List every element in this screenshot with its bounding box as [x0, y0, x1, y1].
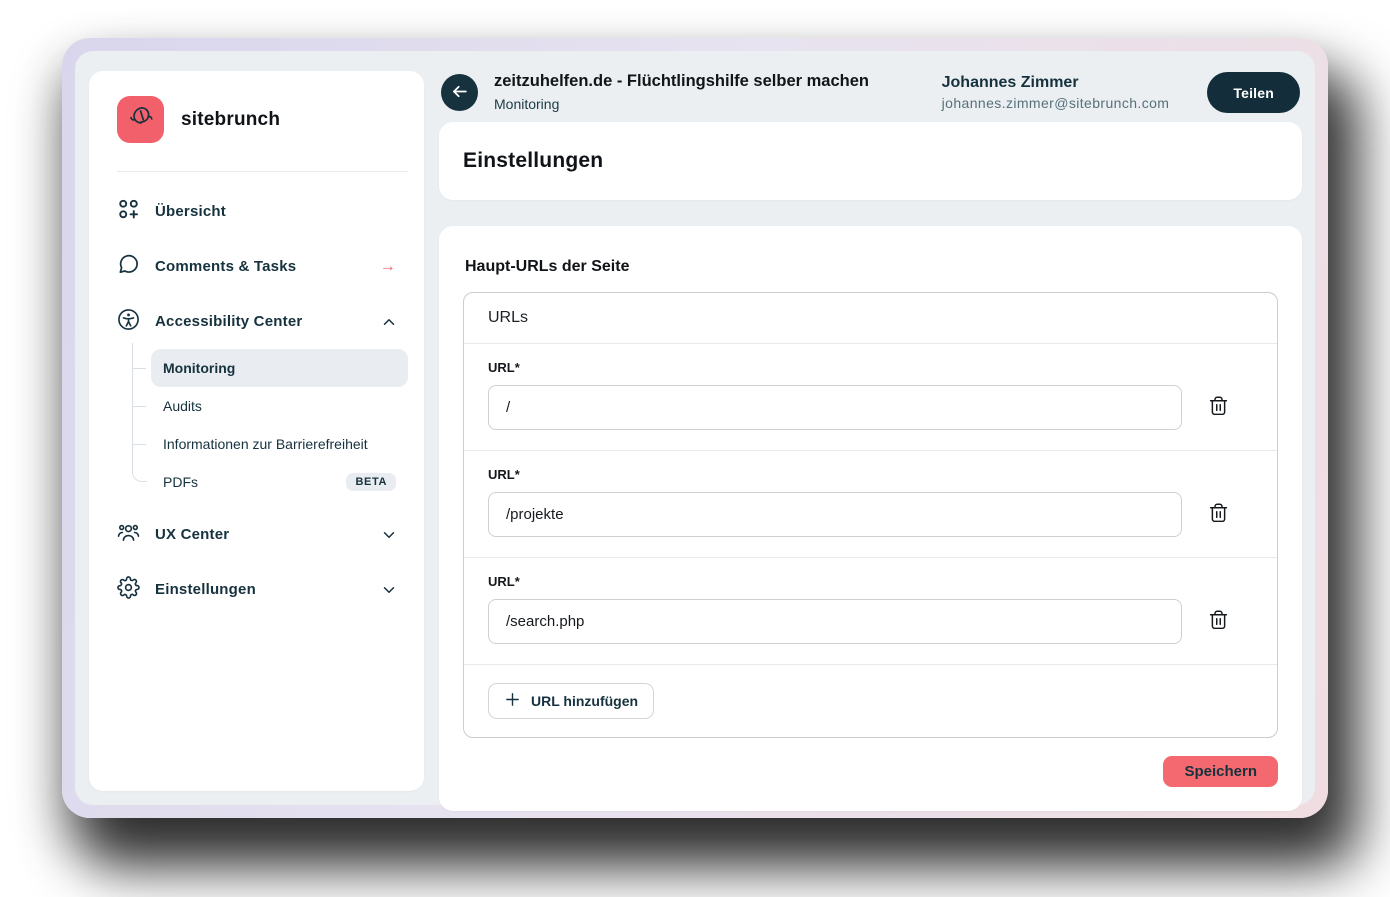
gear-icon: [117, 576, 140, 603]
add-url-label: URL hinzufügen: [531, 693, 638, 709]
sidebar-item-ux-center[interactable]: UX Center: [117, 507, 408, 562]
url-row: URL*: [464, 451, 1277, 558]
sidebar-item-label: UX Center: [155, 526, 229, 543]
croissant-icon: [126, 102, 156, 137]
url-field-label: URL*: [488, 467, 1253, 482]
sidebar-subitem-label: PDFs: [163, 474, 198, 490]
dashboard-icon: [117, 198, 140, 225]
accessibility-icon: [117, 308, 140, 335]
url-input-3[interactable]: [488, 599, 1182, 644]
chevron-up-icon: [380, 313, 398, 331]
trash-icon: [1208, 609, 1229, 634]
sidebar-subitem-label: Monitoring: [163, 360, 235, 376]
pink-arrow-icon: →: [380, 258, 398, 276]
sidebar-item-einstellungen[interactable]: Einstellungen: [117, 562, 408, 617]
brand-logo: [117, 96, 164, 143]
urls-box-title: URLs: [464, 293, 1277, 344]
sidebar-item-label: Comments & Tasks: [155, 258, 296, 275]
group-icon: [117, 521, 140, 548]
chevron-down-icon: [380, 581, 398, 599]
actions-row: Speichern: [463, 756, 1278, 787]
trash-icon: [1208, 502, 1229, 527]
save-button[interactable]: Speichern: [1163, 756, 1278, 787]
sidebar-item-label: Accessibility Center: [155, 313, 302, 330]
share-button[interactable]: Teilen: [1207, 72, 1300, 113]
plus-icon: [504, 691, 521, 711]
url-row: URL*: [464, 344, 1277, 451]
chevron-down-icon: [380, 526, 398, 544]
user-name: Johannes Zimmer: [942, 74, 1170, 92]
brand-name: sitebrunch: [181, 109, 280, 131]
main-area: zeitzuhelfen.de - Flüchtlingshilfe selbe…: [439, 71, 1302, 791]
app-window: sitebrunch Übersicht: [62, 38, 1328, 818]
brand: sitebrunch: [117, 96, 408, 143]
url-field-label: URL*: [488, 360, 1253, 375]
topbar: zeitzuhelfen.de - Flüchtlingshilfe selbe…: [441, 72, 1300, 113]
sidebar-item-label: Übersicht: [155, 203, 226, 220]
section-title: Haupt-URLs der Seite: [465, 258, 1278, 276]
site-subtitle: Monitoring: [494, 96, 869, 113]
delete-url-button-1[interactable]: [1208, 395, 1229, 420]
add-url-button[interactable]: URL hinzufügen: [488, 683, 654, 719]
comments-icon: [117, 253, 140, 280]
sidebar-subitem-pdfs[interactable]: PDFs BETA: [151, 463, 408, 501]
arrow-left-icon: [450, 82, 469, 104]
delete-url-button-2[interactable]: [1208, 502, 1229, 527]
user-block: Johannes Zimmer johannes.zimmer@sitebrun…: [942, 74, 1170, 111]
url-input-1[interactable]: [488, 385, 1182, 430]
user-email: johannes.zimmer@sitebrunch.com: [942, 95, 1170, 111]
sidebar-subitem-label: Audits: [163, 398, 202, 414]
delete-url-button-3[interactable]: [1208, 609, 1229, 634]
site-title: zeitzuhelfen.de - Flüchtlingshilfe selbe…: [494, 72, 869, 92]
sidebar-item-uebersicht[interactable]: Übersicht: [117, 184, 408, 239]
trash-icon: [1208, 395, 1229, 420]
url-row: URL*: [464, 558, 1277, 665]
sidebar-subitem-audits[interactable]: Audits: [151, 387, 408, 425]
sidebar-item-comments-tasks[interactable]: Comments & Tasks →: [117, 239, 408, 294]
urls-box-footer: URL hinzufügen: [464, 665, 1277, 737]
back-button[interactable]: [441, 74, 478, 111]
sidebar-divider: [117, 171, 408, 172]
url-input-2[interactable]: [488, 492, 1182, 537]
settings-card: Haupt-URLs der Seite URLs URL*: [439, 226, 1302, 811]
url-field-label: URL*: [488, 574, 1253, 589]
sidebar: sitebrunch Übersicht: [89, 71, 424, 791]
sidebar-item-label: Einstellungen: [155, 581, 256, 598]
page-title-card: Einstellungen: [439, 122, 1302, 200]
title-block: zeitzuhelfen.de - Flüchtlingshilfe selbe…: [494, 72, 869, 113]
beta-badge: BETA: [346, 473, 396, 491]
urls-box: URLs URL*: [463, 292, 1278, 738]
sidebar-subitem-barrierefreiheit-info[interactable]: Informationen zur Barrierefreiheit: [151, 425, 408, 463]
sidebar-item-accessibility-center[interactable]: Accessibility Center: [117, 294, 408, 349]
sidebar-subitem-monitoring[interactable]: Monitoring: [151, 349, 408, 387]
page-title: Einstellungen: [463, 149, 1278, 173]
sidebar-subitem-label: Informationen zur Barrierefreiheit: [163, 436, 368, 452]
accessibility-subtree: Monitoring Audits Informationen zur Barr…: [117, 349, 408, 501]
app-canvas: sitebrunch Übersicht: [75, 51, 1315, 805]
